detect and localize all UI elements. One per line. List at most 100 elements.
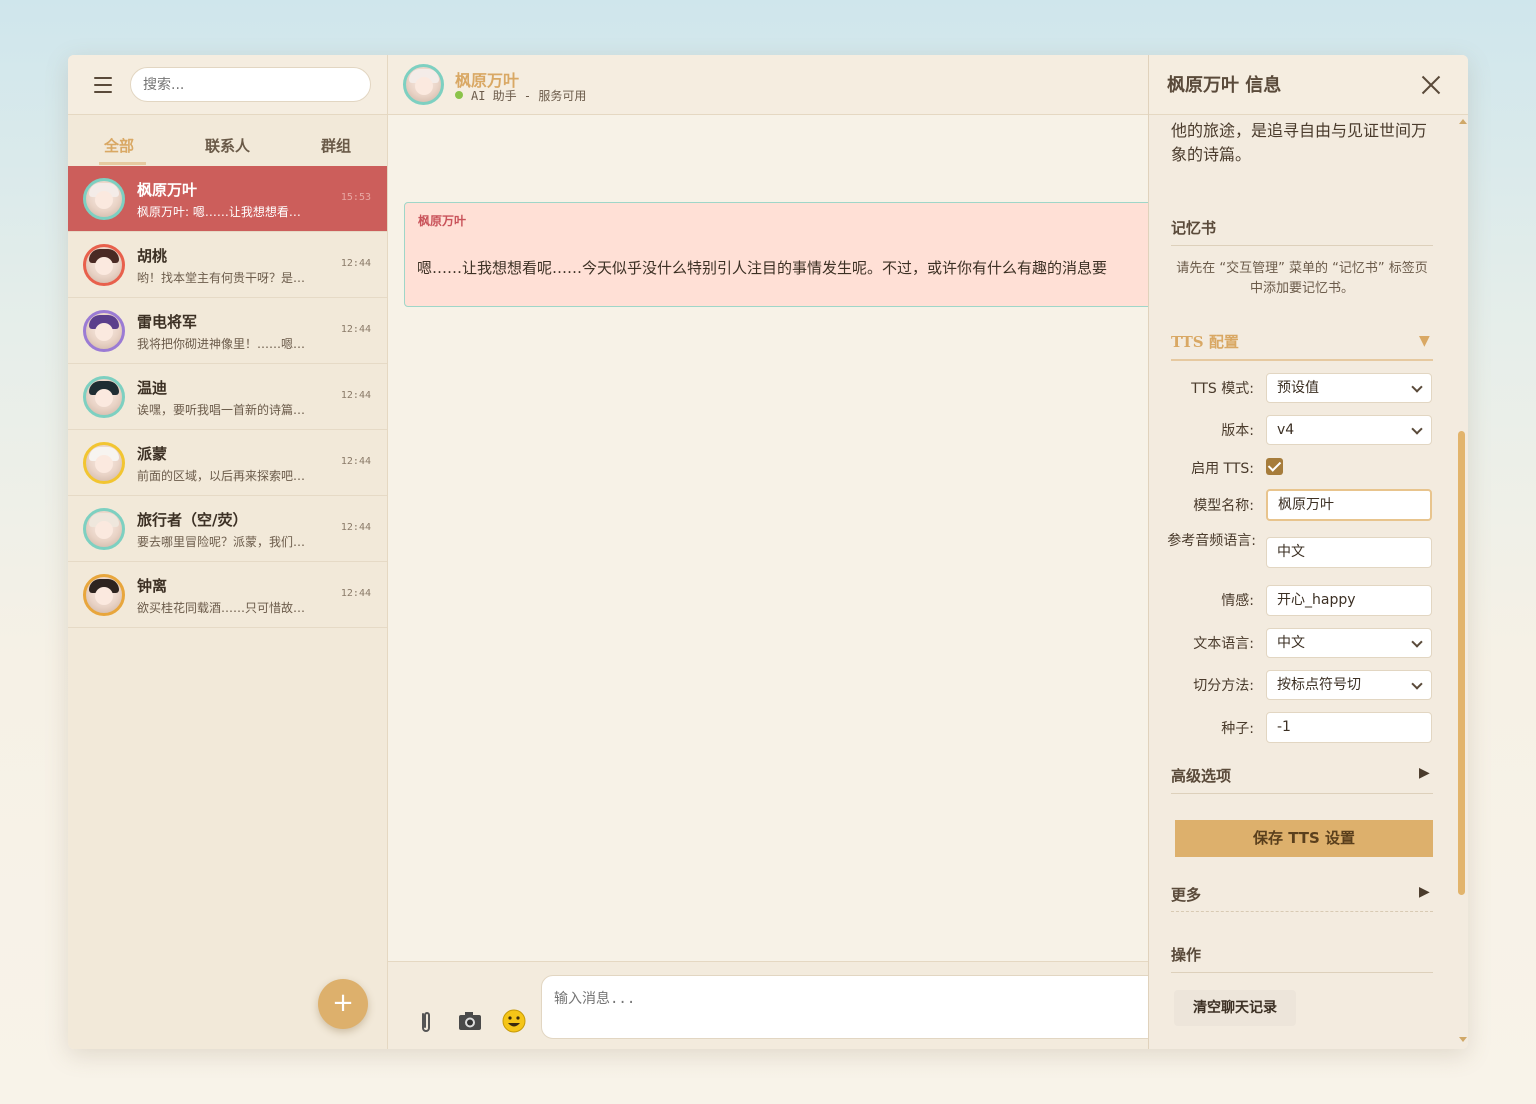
ref-lang-value: 中文 bbox=[1277, 544, 1305, 560]
divider bbox=[1171, 972, 1433, 973]
avatar[interactable] bbox=[403, 64, 444, 105]
contact-item[interactable]: 钟离 欲买桂花同载酒……只可惜故… 12:44 bbox=[68, 562, 387, 628]
contact-time: 12:44 bbox=[340, 522, 371, 533]
text-lang-label: 文本语言: bbox=[1193, 636, 1254, 652]
contact-name: 温迪 bbox=[137, 379, 168, 397]
contact-time: 15:53 bbox=[340, 192, 371, 203]
split-method-value: 按标点符号切 bbox=[1277, 677, 1361, 693]
message-input[interactable] bbox=[541, 975, 1161, 1039]
message-text: 嗯……让我想想看呢……今天似乎没什么特别引人注目的事情发生呢。不过，或许你有什么… bbox=[417, 259, 1108, 277]
scroll-up-icon[interactable] bbox=[1459, 119, 1467, 124]
paperclip-icon[interactable] bbox=[412, 1007, 440, 1035]
contact-preview: 前面的区域，以后再来探索吧… bbox=[137, 469, 306, 483]
split-method-label: 切分方法: bbox=[1193, 678, 1254, 694]
model-name-input[interactable]: 枫原万叶 bbox=[1266, 489, 1432, 521]
contact-preview: 要去哪里冒险呢？派蒙，我们… bbox=[137, 535, 306, 549]
tab-underline bbox=[99, 162, 146, 165]
status-dot-icon bbox=[455, 91, 463, 99]
memory-note: 请先在 “交互管理” 菜单的 “记忆书” 标签页中添加要记忆书。 bbox=[1176, 261, 1428, 296]
chevron-down-icon bbox=[1411, 423, 1423, 435]
contact-item[interactable]: 旅行者（空/荧） 要去哪里冒险呢？派蒙，我们… 12:44 bbox=[68, 496, 387, 562]
save-tts-button[interactable]: 保存 TTS 设置 bbox=[1175, 820, 1433, 857]
contact-time: 12:44 bbox=[340, 456, 371, 467]
emotion-label: 情感: bbox=[1221, 593, 1254, 609]
version-select[interactable]: v4 bbox=[1266, 415, 1432, 445]
scrollbar-thumb[interactable] bbox=[1458, 431, 1465, 895]
tab-all[interactable]: 全部 bbox=[104, 135, 134, 156]
contact-item[interactable]: 温迪 诶嘿，要听我唱一首新的诗篇… 12:44 bbox=[68, 364, 387, 430]
contact-preview: 我将把你砌进神像里！……嗯… bbox=[137, 337, 306, 351]
input-bar bbox=[388, 961, 1161, 1049]
info-panel: 主的一刀”，替友人实现未了的心愿。他的旅途，是追寻自由与见证世间万象的诗篇。 记… bbox=[1148, 55, 1468, 1049]
contact-time: 12:44 bbox=[340, 588, 371, 599]
memory-title: 记忆书 bbox=[1171, 219, 1217, 237]
advanced-options-toggle[interactable]: 高级选项 bbox=[1171, 765, 1231, 786]
text-lang-select[interactable]: 中文 bbox=[1266, 628, 1432, 658]
avatar bbox=[83, 508, 125, 550]
tts-mode-select[interactable]: 预设值 bbox=[1266, 373, 1432, 403]
avatar bbox=[83, 178, 125, 220]
contact-name: 胡桃 bbox=[137, 247, 168, 265]
contact-name: 雷电将军 bbox=[137, 313, 198, 331]
seed-input[interactable]: -1 bbox=[1266, 712, 1432, 743]
contact-item[interactable]: 胡桃 哟！找本堂主有何贵干呀？是… 12:44 bbox=[68, 232, 387, 298]
contact-item[interactable]: 枫原万叶 枫原万叶: 嗯……让我想想看… 15:53 bbox=[68, 166, 387, 232]
split-method-select[interactable]: 按标点符号切 bbox=[1266, 670, 1432, 700]
avatar bbox=[83, 244, 125, 286]
seed-label: 种子: bbox=[1221, 721, 1254, 737]
model-name-value: 枫原万叶 bbox=[1278, 497, 1334, 513]
contact-time: 12:44 bbox=[340, 390, 371, 401]
version-label: 版本: bbox=[1221, 423, 1254, 439]
message-bubble: 枫原万叶 嗯……让我想想看呢……今天似乎没什么特别引人注目的事情发生呢。不过，或… bbox=[404, 202, 1164, 307]
search-input[interactable] bbox=[130, 67, 371, 102]
contact-preview: 欲买桂花同载酒……只可惜故… bbox=[137, 601, 306, 615]
text-lang-value: 中文 bbox=[1277, 635, 1305, 651]
divider bbox=[1171, 911, 1433, 912]
chat-status: AI 助手 - 服务可用 bbox=[471, 89, 587, 103]
sidebar-header bbox=[68, 55, 387, 115]
divider bbox=[1171, 793, 1433, 794]
chat-header: 枫原万叶 AI 助手 - 服务可用 bbox=[388, 55, 1148, 115]
seed-value: -1 bbox=[1277, 719, 1291, 735]
menu-icon[interactable] bbox=[94, 77, 112, 93]
clear-history-button[interactable]: 清空聊天记录 bbox=[1174, 990, 1296, 1026]
chat-area: 枫原万叶 AI 助手 - 服务可用 枫原万叶 嗯……让我想想看呢……今天似乎没什… bbox=[388, 55, 1164, 1049]
sidebar-tabs: 全部 联系人 群组 bbox=[68, 115, 387, 167]
enable-tts-checkbox[interactable] bbox=[1266, 458, 1283, 475]
close-icon[interactable] bbox=[1421, 75, 1441, 95]
contact-name: 枫原万叶 bbox=[137, 181, 198, 199]
contact-name: 派蒙 bbox=[137, 445, 168, 463]
triangle-right-icon[interactable]: ▶ bbox=[1419, 765, 1430, 781]
tts-config-toggle[interactable]: TTS 配置 bbox=[1171, 331, 1239, 352]
panel-title: 枫原万叶 信息 bbox=[1167, 75, 1282, 96]
triangle-right-icon[interactable]: ▶ bbox=[1419, 884, 1430, 900]
emoji-icon[interactable] bbox=[500, 1007, 528, 1035]
camera-icon[interactable] bbox=[456, 1007, 484, 1035]
add-contact-button[interactable]: + bbox=[318, 979, 368, 1029]
triangle-down-icon[interactable]: ▼ bbox=[1419, 333, 1430, 349]
tts-mode-label: TTS 模式: bbox=[1191, 381, 1254, 397]
contact-name: 旅行者（空/荧） bbox=[137, 511, 248, 529]
contact-preview: 枫原万叶: 嗯……让我想想看… bbox=[137, 205, 301, 219]
tab-groups[interactable]: 群组 bbox=[321, 135, 351, 156]
ref-lang-label: 参考音频语言: bbox=[1167, 533, 1256, 549]
app-window: 全部 联系人 群组 枫原万叶 枫原万叶: 嗯……让我想想看… 15:53 胡桃 … bbox=[68, 55, 1468, 1049]
tab-contacts[interactable]: 联系人 bbox=[205, 135, 250, 156]
version-value: v4 bbox=[1277, 422, 1295, 438]
tts-mode-value: 预设值 bbox=[1277, 380, 1319, 396]
contact-item[interactable]: 雷电将军 我将把你砌进神像里！……嗯… 12:44 bbox=[68, 298, 387, 364]
emotion-value: 开心_happy bbox=[1277, 592, 1356, 608]
contact-preview: 诶嘿，要听我唱一首新的诗篇… bbox=[137, 403, 306, 417]
avatar bbox=[83, 574, 125, 616]
scroll-down-icon[interactable] bbox=[1459, 1037, 1467, 1042]
emotion-input[interactable]: 开心_happy bbox=[1266, 585, 1432, 616]
actions-title: 操作 bbox=[1171, 946, 1202, 964]
avatar bbox=[83, 442, 125, 484]
contact-preview: 哟！找本堂主有何贵干呀？是… bbox=[137, 271, 306, 285]
contact-time: 12:44 bbox=[340, 258, 371, 269]
more-toggle[interactable]: 更多 bbox=[1171, 884, 1201, 905]
chevron-down-icon bbox=[1411, 381, 1423, 393]
avatar bbox=[83, 376, 125, 418]
ref-lang-input[interactable]: 中文 bbox=[1266, 537, 1432, 568]
contact-item[interactable]: 派蒙 前面的区域，以后再来探索吧… 12:44 bbox=[68, 430, 387, 496]
